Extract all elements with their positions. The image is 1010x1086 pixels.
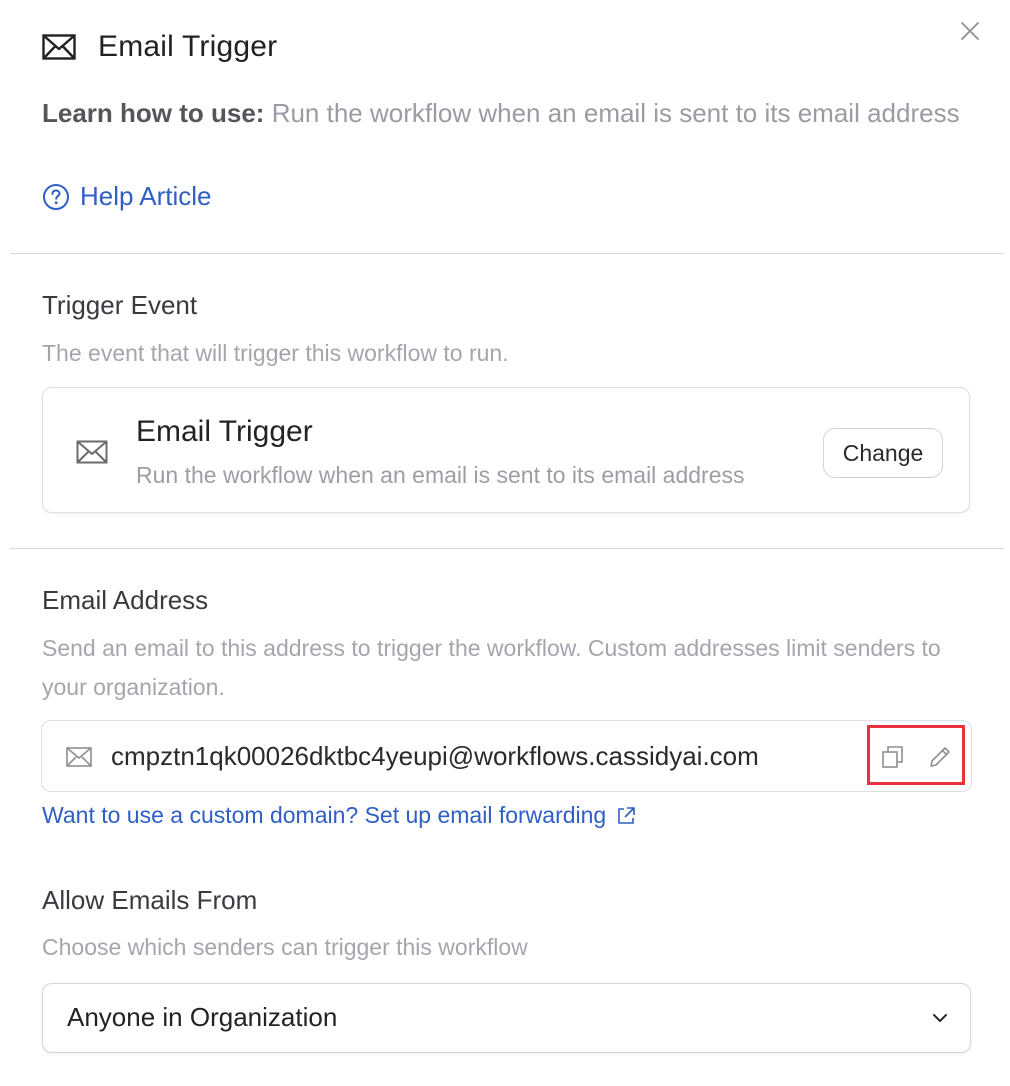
envelope-icon	[42, 34, 76, 60]
email-forwarding-link[interactable]: Want to use a custom domain? Set up emai…	[42, 802, 636, 829]
email-forwarding-label: Want to use a custom domain? Set up emai…	[42, 802, 607, 828]
learn-how-to-use: Learn how to use: Run the workflow when …	[42, 93, 972, 133]
trigger-card-description: Run the workflow when an email is sent t…	[136, 462, 745, 488]
learn-label: Learn how to use:	[42, 98, 265, 128]
pencil-icon	[930, 747, 950, 767]
email-address-description: Send an email to this address to trigger…	[42, 635, 941, 700]
email-trigger-panel: Email Trigger Learn how to use: Run the …	[0, 0, 1010, 1086]
change-button[interactable]: Change	[823, 428, 943, 478]
trigger-event-description: The event that will trigger this workflo…	[42, 340, 509, 366]
copy-icon	[882, 746, 903, 768]
page-title: Email Trigger	[98, 30, 278, 63]
allow-emails-select[interactable]: Anyone in Organization	[42, 983, 971, 1053]
divider	[10, 253, 1004, 254]
help-article-label: Help Article	[80, 181, 212, 211]
envelope-icon	[76, 440, 108, 469]
close-button[interactable]	[957, 18, 983, 44]
external-link-icon	[618, 806, 636, 824]
email-address-field[interactable]: cmpztn1qk00026dktbc4yeupi@workflows.cass…	[41, 720, 972, 792]
close-icon	[961, 22, 979, 40]
question-circle-icon	[43, 183, 69, 210]
chevron-down-icon	[930, 1008, 950, 1033]
edit-button[interactable]	[925, 742, 955, 772]
trigger-event-card: Email Trigger Run the workflow when an e…	[42, 387, 970, 513]
trigger-card-title: Email Trigger	[136, 415, 313, 448]
allow-emails-description: Choose which senders can trigger this wo…	[42, 934, 528, 960]
envelope-icon	[66, 747, 92, 772]
panel-header: Email Trigger	[42, 30, 277, 64]
learn-text: Run the workflow when an email is sent t…	[264, 98, 960, 128]
copy-button[interactable]	[878, 742, 908, 772]
divider	[10, 548, 1004, 549]
allow-emails-title: Allow Emails From	[42, 885, 258, 915]
help-article-link[interactable]: Help Article	[42, 181, 212, 212]
email-address-value: cmpztn1qk00026dktbc4yeupi@workflows.cass…	[111, 741, 759, 771]
allow-emails-selected: Anyone in Organization	[67, 1002, 338, 1032]
trigger-event-title: Trigger Event	[42, 290, 198, 320]
email-address-title: Email Address	[42, 585, 209, 615]
